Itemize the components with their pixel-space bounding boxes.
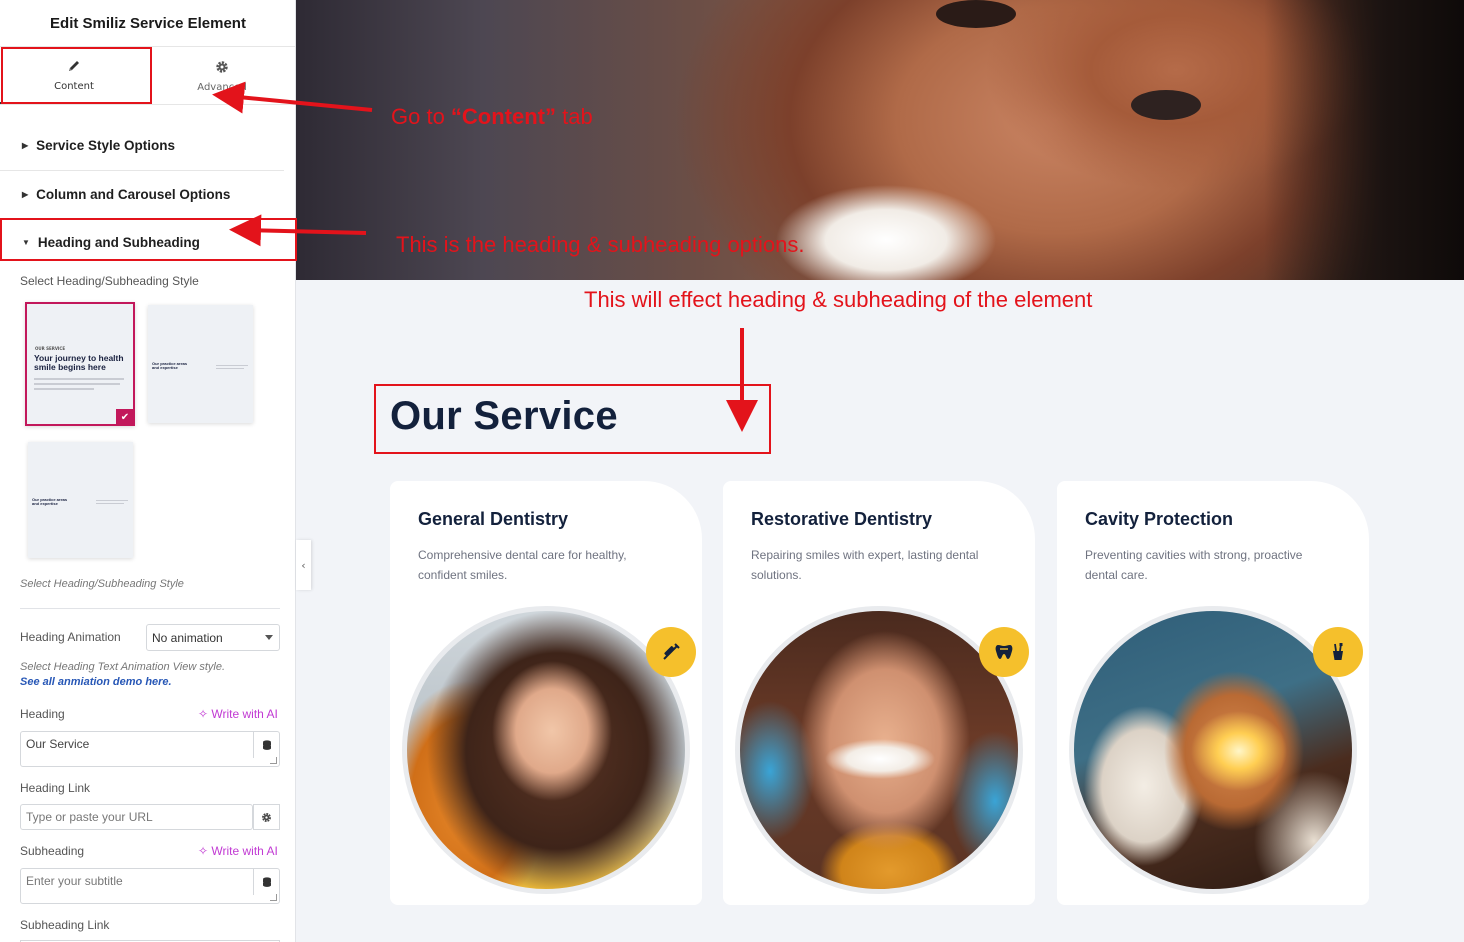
- caret-right-icon: ▶: [22, 140, 29, 150]
- caret-right-icon: ▶: [22, 189, 29, 199]
- heading-animation-value: No animation: [152, 631, 223, 645]
- gear-icon: [262, 812, 271, 822]
- heading-animation-select[interactable]: No animation: [146, 624, 280, 651]
- hero-eye: [1131, 90, 1201, 120]
- thumb-text-line: [34, 378, 124, 380]
- subheading-label: Subheading: [20, 844, 85, 858]
- style-select-label: Select Heading/Subheading Style: [20, 274, 199, 288]
- hero-hair: [1264, 0, 1464, 280]
- thumb-text-line: [216, 365, 248, 366]
- subheading-placeholder: Enter your subtitle: [26, 874, 123, 888]
- section-label: Service Style Options: [36, 137, 175, 153]
- collapse-panel-button[interactable]: ‹: [296, 540, 311, 590]
- heading-link-input[interactable]: Type or paste your URL: [20, 804, 253, 830]
- chevron-down-icon: [265, 635, 273, 640]
- section-service-style-options[interactable]: ▶ Service Style Options: [0, 121, 284, 169]
- thumb-kicker: OUR SERVICE: [35, 346, 66, 351]
- annotation-content-tab: Go to “Content” tab: [391, 104, 593, 130]
- heading-input[interactable]: Our Service: [20, 731, 280, 767]
- chevron-left-icon: ‹: [301, 558, 306, 572]
- subheading-write-ai-link[interactable]: ✧ Write with AI: [198, 844, 278, 858]
- section-label: Column and Carousel Options: [36, 186, 231, 202]
- annotation-text: “Content”: [450, 104, 557, 129]
- thumb-heading: Our practice areas and expertise: [32, 497, 68, 506]
- dynamic-tags-button[interactable]: [253, 869, 279, 895]
- thumb-heading: Your journey to health smile begins here: [34, 353, 124, 372]
- thumb-text-line: [216, 368, 244, 369]
- check-icon: ✔: [116, 409, 133, 424]
- subheading-link-label: Subheading Link: [20, 918, 110, 932]
- database-icon: [262, 739, 271, 750]
- heading-link-label: Heading Link: [20, 781, 91, 795]
- animation-demo-link[interactable]: See all anmiation demo here.: [20, 676, 172, 688]
- heading-animation-label: Heading Animation: [20, 630, 121, 644]
- thumb-text-line: [34, 388, 94, 390]
- annotation-box-content-tab: [1, 47, 152, 104]
- section-divider: [20, 608, 280, 609]
- dynamic-tags-button[interactable]: [253, 732, 279, 758]
- write-ai-label: Write with AI: [211, 844, 278, 858]
- thumb-text-line: [96, 500, 128, 501]
- tabs-divider: [0, 104, 295, 105]
- thumb-heading: Our practice areas and expertise: [152, 361, 188, 370]
- editor-panel: Edit Smiliz Service Element Content Adva…: [0, 0, 296, 942]
- thumb-text-line: [34, 383, 120, 385]
- heading-write-ai-link[interactable]: ✧ Write with AI: [198, 707, 278, 721]
- syringe-icon: [646, 627, 696, 677]
- card-title: General Dentistry: [418, 509, 569, 529]
- style-select-hint: Select Heading/Subheading Style: [20, 578, 184, 590]
- card-title: Cavity Protection: [1085, 509, 1234, 529]
- card-desc: Comprehensive dental care for healthy, c…: [418, 548, 627, 582]
- subheading-input[interactable]: Enter your subtitle: [20, 868, 280, 904]
- card-desc: Repairing smiles with expert, lasting de…: [751, 548, 979, 582]
- service-card[interactable]: Cavity Protection Preventing cavities wi…: [1057, 481, 1369, 905]
- resize-handle[interactable]: [270, 894, 277, 901]
- heading-link-placeholder: Type or paste your URL: [26, 810, 153, 824]
- annotation-box-heading-section: [0, 218, 297, 261]
- resize-handle[interactable]: [270, 757, 277, 764]
- sparkle-icon: ✧: [198, 707, 209, 721]
- database-icon: [262, 876, 271, 887]
- tab-advanced-label: Advanced: [197, 81, 247, 93]
- service-card[interactable]: General Dentistry Comprehensive dental c…: [390, 481, 702, 905]
- annotation-box-section-title: [374, 384, 771, 454]
- link-options-button[interactable]: [253, 804, 280, 830]
- heading-animation-hint: Select Heading Text Animation View style…: [20, 661, 226, 673]
- card-title: Restorative Dentistry: [751, 509, 933, 529]
- section-column-carousel-options[interactable]: ▶ Column and Carousel Options: [0, 170, 284, 218]
- thumb-text-line: [96, 503, 124, 504]
- tooth-icon: [979, 627, 1029, 677]
- service-card[interactable]: Restorative Dentistry Repairing smiles w…: [723, 481, 1035, 905]
- style-thumb-3[interactable]: Our practice areas and expertise: [28, 442, 133, 558]
- toothbrush-cup-icon: [1313, 627, 1363, 677]
- tab-advanced[interactable]: Advanced: [148, 48, 295, 104]
- panel-title: Edit Smiliz Service Element: [0, 0, 295, 47]
- annotation-text: tab: [556, 104, 593, 129]
- hero-eye: [936, 0, 1016, 28]
- card-desc: Preventing cavities with strong, proacti…: [1085, 548, 1303, 582]
- annotation-heading-options: This is the heading & subheading options…: [396, 232, 805, 257]
- annotation-text: Go to: [391, 104, 451, 129]
- sparkle-icon: ✧: [198, 844, 209, 858]
- style-thumb-2[interactable]: Our practice areas and expertise: [148, 305, 253, 423]
- gear-icon: [215, 60, 229, 77]
- heading-label: Heading: [20, 707, 65, 721]
- annotation-effect: This will effect heading & subheading of…: [584, 287, 1093, 312]
- write-ai-label: Write with AI: [211, 707, 278, 721]
- style-thumb-1[interactable]: OUR SERVICE Your journey to health smile…: [25, 302, 135, 426]
- heading-input-value: Our Service: [26, 737, 90, 751]
